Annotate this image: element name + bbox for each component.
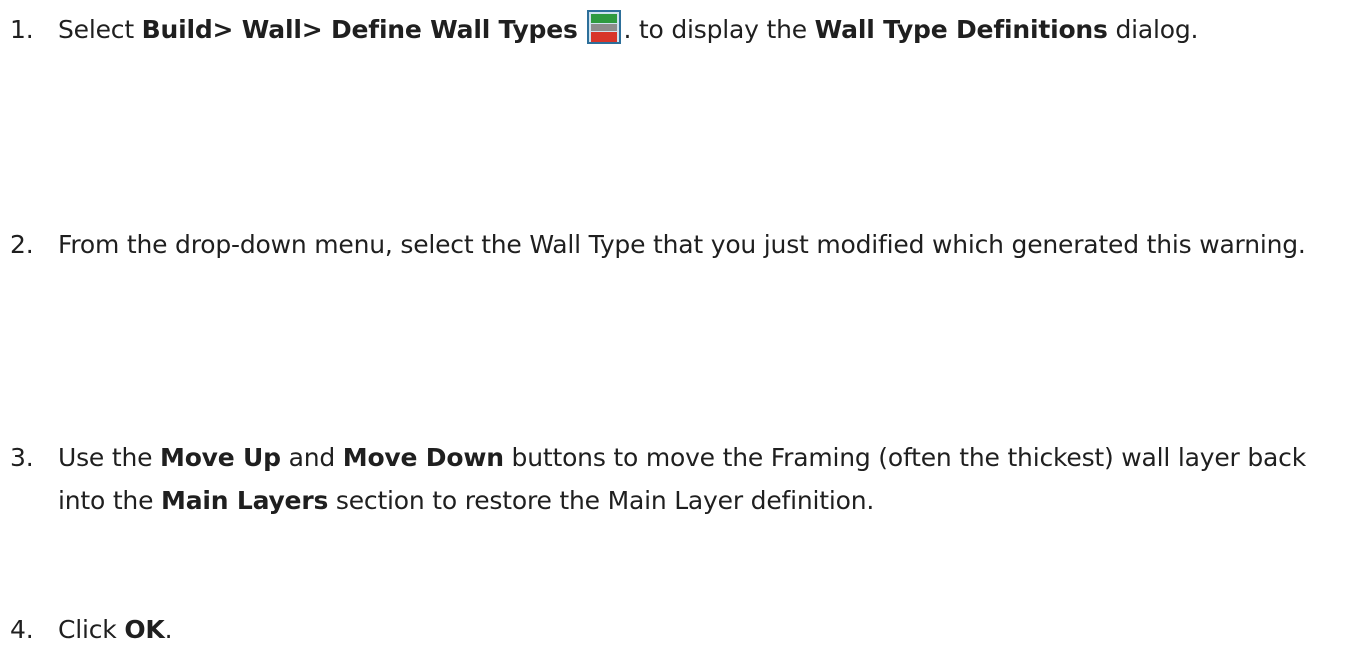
step-number: 2. [10,230,34,259]
define-wall-types-icon [587,10,622,44]
dialog-name: Wall Type Definitions [814,15,1108,44]
step-2: 2. From the drop-down menu, select the W… [10,223,1350,266]
main-layers-label: Main Layers [161,486,329,515]
ok-label: OK [124,615,165,644]
step-number: 4. [10,615,34,644]
step-text: From the drop-down menu, select the Wall… [58,230,1306,259]
step-3: 3. Use the Move Up and Move Down buttons… [10,436,1350,522]
step-4: 4. Click OK. [10,608,1350,651]
icon-green-band [591,14,618,23]
move-down-label: Move Down [342,443,504,472]
step-text: Use the Move Up and Move Down buttons to… [58,443,1306,515]
step-number: 1. [10,15,34,44]
icon-gray-band [591,24,618,31]
step-text: Click OK. [58,615,173,644]
step-text: Select Build> Wall> Define Wall Types . … [58,8,1350,51]
step-number: 3. [10,443,34,472]
move-up-label: Move Up [160,443,281,472]
menu-path: Build> Wall> Define Wall Types [141,15,578,44]
instruction-list: 1. Select Build> Wall> Define Wall Types… [0,0,1356,662]
icon-red-band [591,32,618,42]
step-1: 1. Select Build> Wall> Define Wall Types… [10,8,1350,51]
